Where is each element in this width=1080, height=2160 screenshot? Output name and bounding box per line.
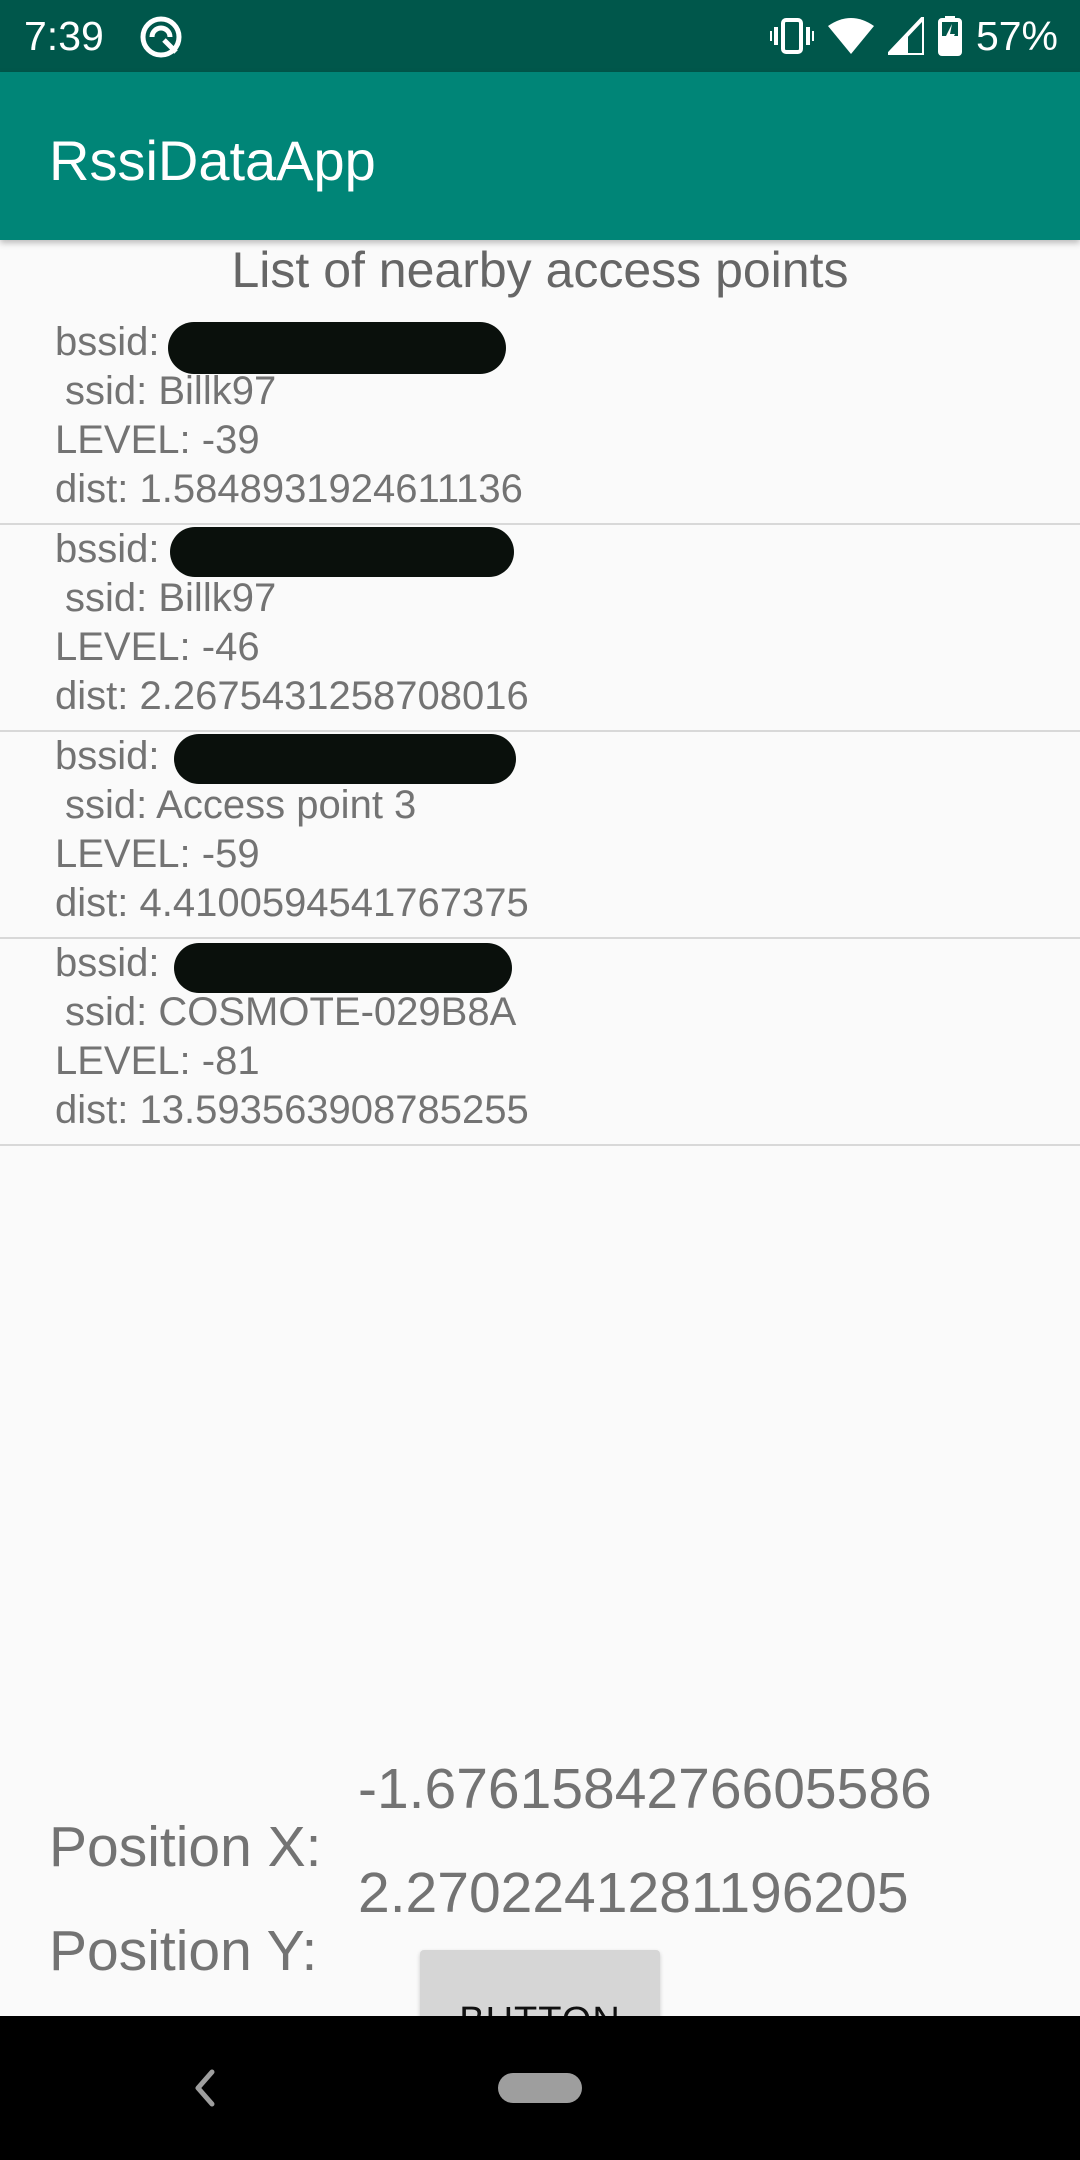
position-y-value: 2.2702241281196205	[358, 1861, 909, 1925]
vibrate-icon	[769, 18, 814, 54]
ssid-text: ssid: COSMOTE-029B8A	[65, 990, 517, 1034]
list-item[interactable]: bssid: ssid: Access point 3 LEVEL: -59 d…	[0, 732, 1080, 939]
ssid-text: ssid: Access point 3	[65, 783, 417, 827]
list-heading: List of nearby access points	[231, 242, 849, 298]
redaction-mark	[170, 527, 514, 577]
list-item[interactable]: bssid: ssid: Billk97 LEVEL: -46 dist: 2.…	[0, 525, 1080, 732]
cell-signal-icon	[887, 17, 924, 55]
redaction-mark	[168, 322, 506, 374]
app-bar: RssiDataApp	[0, 72, 1080, 240]
wifi-icon	[827, 18, 874, 54]
redaction-mark	[174, 943, 512, 993]
ssid-text: ssid: Billk97	[65, 576, 277, 620]
list-item[interactable]: bssid: ssid: COSMOTE-029B8A LEVEL: -81 d…	[0, 939, 1080, 1146]
sync-icon	[140, 16, 182, 58]
ssid-text: ssid: Billk97	[65, 369, 277, 413]
battery-charging-icon	[937, 16, 962, 56]
dist-text: dist: 13.593563908785255	[55, 1088, 529, 1132]
position-x-value: -1.6761584276605586	[358, 1757, 932, 1821]
position-x-label: Position X:	[49, 1815, 322, 1879]
level-text: LEVEL: -81	[55, 1039, 260, 1083]
list-item[interactable]: bssid: ssid: Billk97 LEVEL: -39 dist: 1.…	[0, 318, 1080, 525]
status-bar: 7:39 57%	[0, 0, 1080, 72]
status-icons: 57%	[769, 10, 1058, 62]
level-text: LEVEL: -46	[55, 625, 260, 669]
navigation-bar	[0, 2016, 1080, 2160]
home-pill-icon[interactable]	[498, 2073, 582, 2103]
back-icon[interactable]	[190, 2062, 220, 2114]
dist-text: dist: 2.2675431258708016	[55, 674, 529, 718]
app-title: RssiDataApp	[49, 129, 376, 192]
level-text: LEVEL: -39	[55, 418, 260, 462]
position-y-label: Position Y:	[49, 1919, 318, 1983]
battery-percent: 57%	[975, 13, 1058, 59]
level-text: LEVEL: -59	[55, 832, 260, 876]
dist-text: dist: 4.4100594541767375	[55, 881, 529, 925]
dist-text: dist: 1.5848931924611136	[55, 467, 523, 511]
status-time: 7:39	[24, 13, 104, 59]
access-point-list[interactable]: bssid: ssid: Billk97 LEVEL: -39 dist: 1.…	[0, 318, 1080, 1146]
redaction-mark	[174, 734, 516, 784]
